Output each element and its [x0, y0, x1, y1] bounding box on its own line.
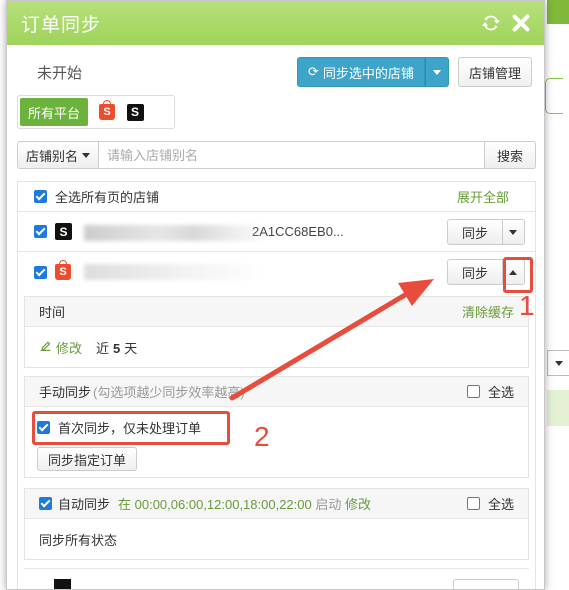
select-all-label: 全选所有页的店铺	[55, 190, 160, 205]
time-panel-body: 修改 近5天	[25, 327, 528, 367]
tab-shopee[interactable]: S	[98, 100, 116, 121]
store-checkbox[interactable]	[34, 265, 47, 279]
auto-select-all-checkbox[interactable]	[466, 497, 480, 510]
manual-select-all: 全选	[466, 382, 514, 401]
redacted-store-name	[84, 225, 268, 241]
alias-field-label: 店铺别名	[26, 148, 79, 164]
time-panel-title: 时间	[39, 305, 66, 320]
auto-sync-checkbox[interactable]	[39, 497, 52, 510]
store-list: 全选所有页的店铺 展开全部 S 2A1CC68EB0... 同步 S 同步 时间…	[17, 181, 536, 589]
store-row: S 同步	[18, 252, 535, 292]
edit-time-link[interactable]: 修改	[56, 338, 82, 357]
background-select-edge	[547, 350, 569, 376]
store-checkbox[interactable]	[34, 225, 47, 238]
time-range-prefix: 近	[96, 340, 110, 356]
search-button[interactable]: 搜索	[484, 141, 536, 169]
first-sync-option: 首次同步，仅未处理订单	[37, 415, 516, 439]
annotation-number-2: 2	[254, 421, 270, 452]
close-icon[interactable]	[508, 10, 534, 36]
store-sync-group: 同步	[446, 259, 525, 285]
auto-sync-enabled: 启动	[315, 497, 342, 512]
select-all-checkbox[interactable]	[34, 190, 47, 203]
manual-sync-body: 首次同步，仅未处理订单 同步指定订单	[25, 407, 528, 477]
dialog-title: 订单同步	[21, 14, 102, 36]
select-all-row: 全选所有页的店铺 展开全部	[18, 182, 535, 212]
sync-selected-label: 同步选中的店铺	[322, 65, 414, 81]
auto-sync-body: 同步所有状态	[39, 532, 118, 548]
shein-icon	[54, 579, 71, 589]
alias-field-select[interactable]: 店铺别名	[17, 141, 100, 169]
store-sync-group: 同步	[446, 219, 525, 245]
time-panel-header: 时间 清除缓存	[25, 297, 528, 327]
store-sync-button[interactable]: 同步	[446, 219, 503, 245]
sync-specified-orders-button[interactable]: 同步指定订单	[37, 447, 138, 471]
sync-status: 未开始	[37, 65, 83, 82]
shein-icon: S	[126, 103, 144, 121]
redacted-store-name	[84, 264, 264, 280]
sync-selected-button[interactable]: ⟳ 同步选中的店铺	[297, 57, 425, 87]
auto-sync-edit-link[interactable]: 修改	[345, 497, 371, 512]
expand-store-dropdown[interactable]	[503, 219, 525, 245]
time-range-days: 5	[113, 340, 121, 356]
manual-select-all-checkbox[interactable]	[466, 385, 480, 398]
annotation-number-1: 1	[519, 290, 535, 321]
auto-sync-title: 自动同步	[58, 497, 111, 512]
manual-sync-header: 手动同步 (勾选项越少同步效率越高) 全选	[25, 377, 528, 407]
sync-options-dropdown[interactable]	[424, 57, 449, 87]
next-store-row	[24, 568, 529, 589]
sync-selected-group: ⟳ 同步选中的店铺	[297, 57, 449, 87]
edit-icon[interactable]	[39, 339, 52, 355]
shopee-icon: S	[99, 100, 116, 120]
store-detail: 时间 清除缓存 修改 近5天 手动同步 (勾选项越少同步效率越高) 全选 首次同…	[24, 296, 529, 589]
manual-sync-panel: 手动同步 (勾选项越少同步效率越高) 全选 首次同步，仅未处理订单 同步指定订单	[24, 376, 529, 478]
store-row: S 2A1CC68EB0... 同步	[18, 212, 535, 252]
expand-all-link[interactable]: 展开全部	[457, 187, 509, 206]
manual-sync-title: 手动同步	[39, 385, 92, 400]
background-button-edge	[545, 78, 563, 114]
store-manage-button[interactable]: 店铺管理	[458, 57, 533, 87]
auto-sync-header: 自动同步 在 00:00,06:00,12:00,18:00,22:00 启动 …	[25, 489, 528, 519]
tab-all-platforms[interactable]: 所有平台	[20, 98, 89, 126]
tab-shein[interactable]: S	[126, 103, 144, 121]
store-alias-input[interactable]	[99, 141, 485, 169]
time-range: 近5天	[96, 338, 137, 357]
order-sync-dialog: 订单同步 未开始 ⟳ 同步选中的店铺 店铺管理 所有平台 S S 店铺别名 请输…	[6, 0, 545, 590]
auto-sync-times: 在 00:00,06:00,12:00,18:00,22:00	[118, 497, 312, 512]
next-store-sync-button[interactable]	[453, 579, 519, 589]
status-row: 未开始 ⟳ 同步选中的店铺 店铺管理	[7, 57, 544, 87]
first-sync-label: 首次同步，仅未处理订单	[58, 420, 202, 436]
auto-sync-panel: 自动同步 在 00:00,06:00,12:00,18:00,22:00 启动 …	[24, 488, 529, 560]
platform-tabs: 所有平台 S S	[17, 95, 175, 129]
refresh-icon[interactable]	[478, 10, 504, 36]
search-row: 店铺别名 搜索	[17, 141, 536, 169]
dialog-header: 订单同步	[7, 1, 544, 45]
clear-cache-link[interactable]: 清除缓存	[462, 302, 514, 321]
collapse-store-dropdown[interactable]	[503, 259, 525, 285]
shopee-icon: S	[55, 260, 71, 280]
manual-sync-hint: (勾选项越少同步效率越高)	[93, 385, 245, 400]
time-range-unit: 天	[124, 340, 138, 356]
shein-icon: S	[55, 223, 72, 240]
store-sync-button[interactable]: 同步	[446, 259, 503, 285]
auto-select-all: 全选	[466, 494, 514, 513]
auto-select-all-label: 全选	[487, 497, 514, 512]
background-stripe	[547, 390, 569, 426]
time-panel: 时间 清除缓存 修改 近5天	[24, 296, 529, 368]
first-sync-checkbox[interactable]	[37, 420, 50, 434]
auto-sync-schedule: 在 00:00,06:00,12:00,18:00,22:00 启动 修改	[118, 494, 371, 513]
refresh-small-icon: ⟳	[308, 64, 319, 79]
chevron-down-icon	[82, 152, 91, 158]
manual-select-all-label: 全选	[487, 385, 514, 400]
background-header-corner	[547, 0, 569, 24]
